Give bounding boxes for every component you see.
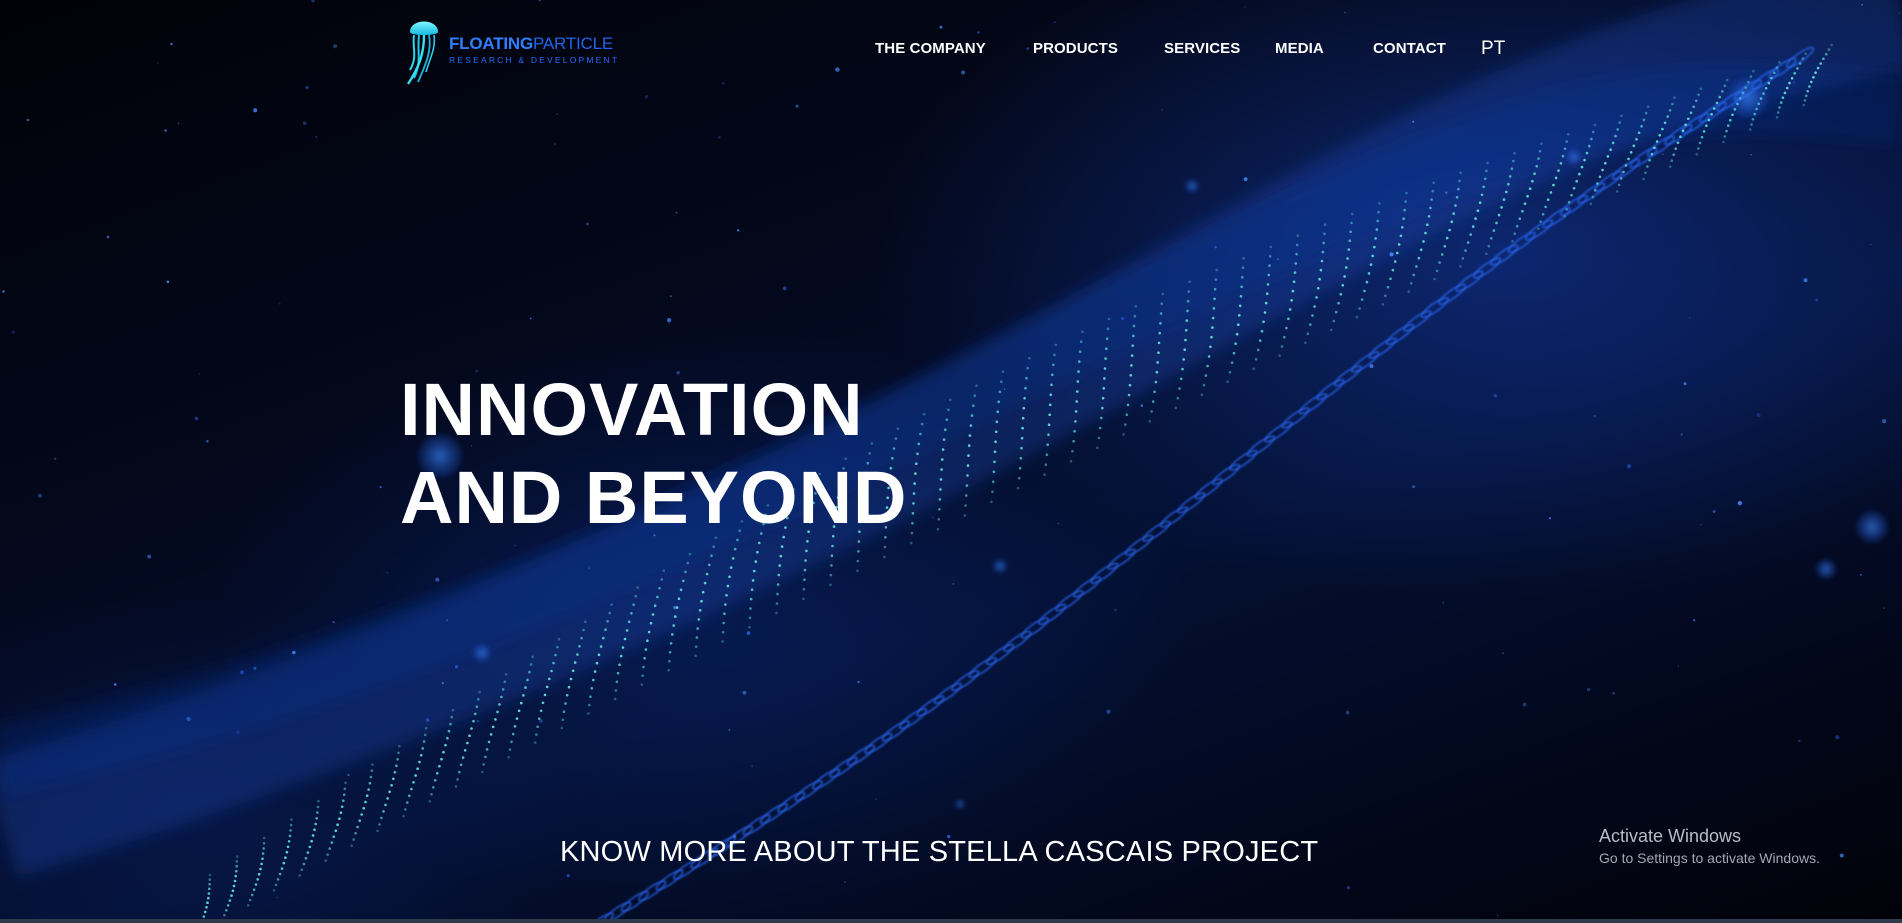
hero-title: INNOVATION AND BEYOND <box>400 366 907 542</box>
activation-title: Activate Windows <box>1599 826 1742 846</box>
hero-title-line-1: INNOVATION <box>400 368 864 451</box>
brand-tagline: RESEARCH & DEVELOPMENT <box>449 55 620 65</box>
bottom-edge-strip <box>0 919 1902 923</box>
hero-page: FLOATINGPARTICLE RESEARCH & DEVELOPMENT … <box>0 0 1902 923</box>
language-switch[interactable]: PT <box>1481 38 1505 60</box>
nav-item-the-company[interactable]: THE COMPANY <box>875 40 986 57</box>
jellyfish-icon <box>407 21 438 85</box>
brand-name-strong: FLOATING <box>449 34 534 53</box>
brand-logo[interactable]: FLOATINGPARTICLE RESEARCH & DEVELOPMENT <box>402 12 632 86</box>
windows-activation-watermark: Activate Windows Go to Settings to activ… <box>1599 826 1820 866</box>
nav-item-media[interactable]: MEDIA <box>1275 40 1324 57</box>
top-navigation-bar: FLOATINGPARTICLE RESEARCH & DEVELOPMENT … <box>0 0 1902 100</box>
stella-cascais-project-link[interactable]: KNOW MORE ABOUT THE STELLA CASCAIS PROJE… <box>560 836 1318 869</box>
nav-item-services[interactable]: SERVICES <box>1164 40 1240 57</box>
brand-name: FLOATINGPARTICLE <box>449 34 613 54</box>
activation-subtitle: Go to Settings to activate Windows. <box>1599 850 1820 866</box>
hero-title-line-2: AND BEYOND <box>400 456 908 539</box>
brand-name-light: PARTICLE <box>533 34 613 53</box>
nav-item-products[interactable]: PRODUCTS <box>1033 40 1118 57</box>
nav-item-contact[interactable]: CONTACT <box>1373 40 1446 57</box>
particle-wave-background <box>0 0 1902 923</box>
